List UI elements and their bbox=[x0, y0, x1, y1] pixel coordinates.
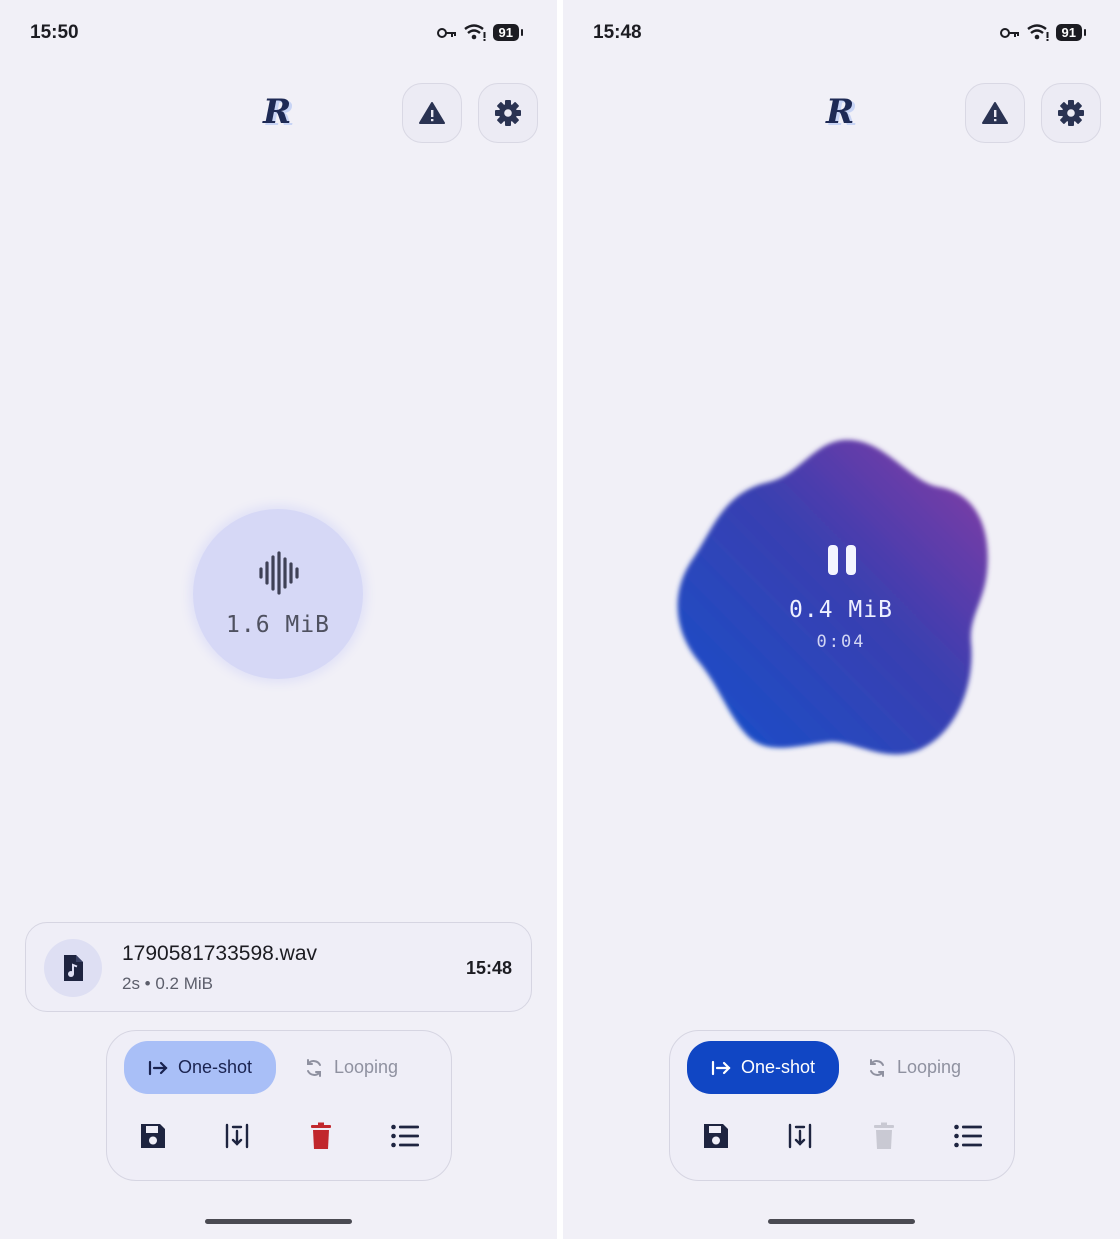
save-icon bbox=[704, 1124, 728, 1148]
gear-icon bbox=[1058, 100, 1084, 126]
recording-size: 1.6 MiB bbox=[226, 612, 330, 638]
warning-icon bbox=[982, 102, 1008, 124]
key-icon bbox=[999, 27, 1019, 38]
one-shot-button[interactable]: One-shot bbox=[124, 1041, 276, 1094]
file-time: 15:48 bbox=[465, 958, 512, 978]
settings-button[interactable] bbox=[478, 83, 538, 143]
home-indicator[interactable] bbox=[768, 1219, 915, 1224]
settings-button[interactable] bbox=[1041, 83, 1101, 143]
one-shot-button[interactable]: One-shot bbox=[687, 1041, 839, 1094]
save-button[interactable] bbox=[133, 1117, 173, 1155]
list-button[interactable] bbox=[385, 1117, 425, 1155]
warning-icon bbox=[419, 102, 445, 124]
recording-elapsed: 0:04 bbox=[816, 632, 866, 652]
screen-recording: 15:48 91 R 0.4 MiB 0:04 One-shot Looping bbox=[563, 0, 1120, 1239]
trim-icon bbox=[225, 1123, 249, 1149]
screen-idle: 15:50 91 R 1.6 MiB 1790581733598.wav 2s … bbox=[0, 0, 557, 1239]
status-time: 15:50 bbox=[30, 22, 79, 43]
one-shot-label: One-shot bbox=[177, 1057, 253, 1077]
loop-icon bbox=[869, 1058, 884, 1077]
warning-button[interactable] bbox=[402, 83, 462, 143]
file-meta: 2s • 0.2 MiB bbox=[122, 974, 213, 993]
music-file-icon bbox=[64, 955, 83, 981]
waveform-icon bbox=[259, 551, 299, 595]
key-icon bbox=[436, 27, 456, 38]
looping-label: Looping bbox=[896, 1057, 962, 1077]
delete-button-disabled bbox=[864, 1117, 904, 1155]
warning-button[interactable] bbox=[965, 83, 1025, 143]
app-logo: R bbox=[263, 92, 292, 132]
trim-icon bbox=[788, 1123, 812, 1149]
looping-button[interactable]: Looping bbox=[275, 1041, 427, 1094]
list-button[interactable] bbox=[948, 1117, 988, 1155]
file-icon-container bbox=[44, 939, 102, 997]
pause-icon bbox=[828, 545, 856, 575]
delete-icon bbox=[311, 1122, 331, 1149]
delete-button[interactable] bbox=[301, 1117, 341, 1155]
arrow-right-bar-icon bbox=[148, 1060, 168, 1075]
arrow-right-bar-icon bbox=[711, 1060, 731, 1075]
battery-indicator: 91 bbox=[492, 24, 524, 41]
save-button[interactable] bbox=[696, 1117, 736, 1155]
wifi-icon bbox=[463, 24, 486, 41]
looping-button[interactable]: Looping bbox=[838, 1041, 990, 1094]
trim-button[interactable] bbox=[217, 1117, 257, 1155]
trim-button[interactable] bbox=[780, 1117, 820, 1155]
status-time: 15:48 bbox=[593, 22, 642, 43]
file-name: 1790581733598.wav bbox=[122, 942, 318, 965]
wifi-icon bbox=[1026, 24, 1049, 41]
gear-icon bbox=[495, 100, 521, 126]
looping-label: Looping bbox=[333, 1057, 399, 1077]
recording-size: 0.4 MiB bbox=[789, 597, 893, 623]
one-shot-label: One-shot bbox=[740, 1057, 816, 1077]
status-icons: 91 bbox=[436, 24, 524, 41]
list-icon bbox=[954, 1124, 982, 1148]
list-icon bbox=[391, 1124, 419, 1148]
status-icons: 91 bbox=[999, 24, 1087, 41]
loop-icon bbox=[306, 1058, 321, 1077]
save-icon bbox=[141, 1124, 165, 1148]
delete-icon bbox=[874, 1122, 894, 1149]
home-indicator[interactable] bbox=[205, 1219, 352, 1224]
recording-file-card[interactable]: 1790581733598.wav 2s • 0.2 MiB 15:48 bbox=[25, 922, 532, 1012]
control-panel: One-shot Looping bbox=[106, 1030, 452, 1181]
control-panel: One-shot Looping bbox=[669, 1030, 1015, 1181]
battery-indicator: 91 bbox=[1055, 24, 1087, 41]
app-logo: R bbox=[826, 92, 855, 132]
